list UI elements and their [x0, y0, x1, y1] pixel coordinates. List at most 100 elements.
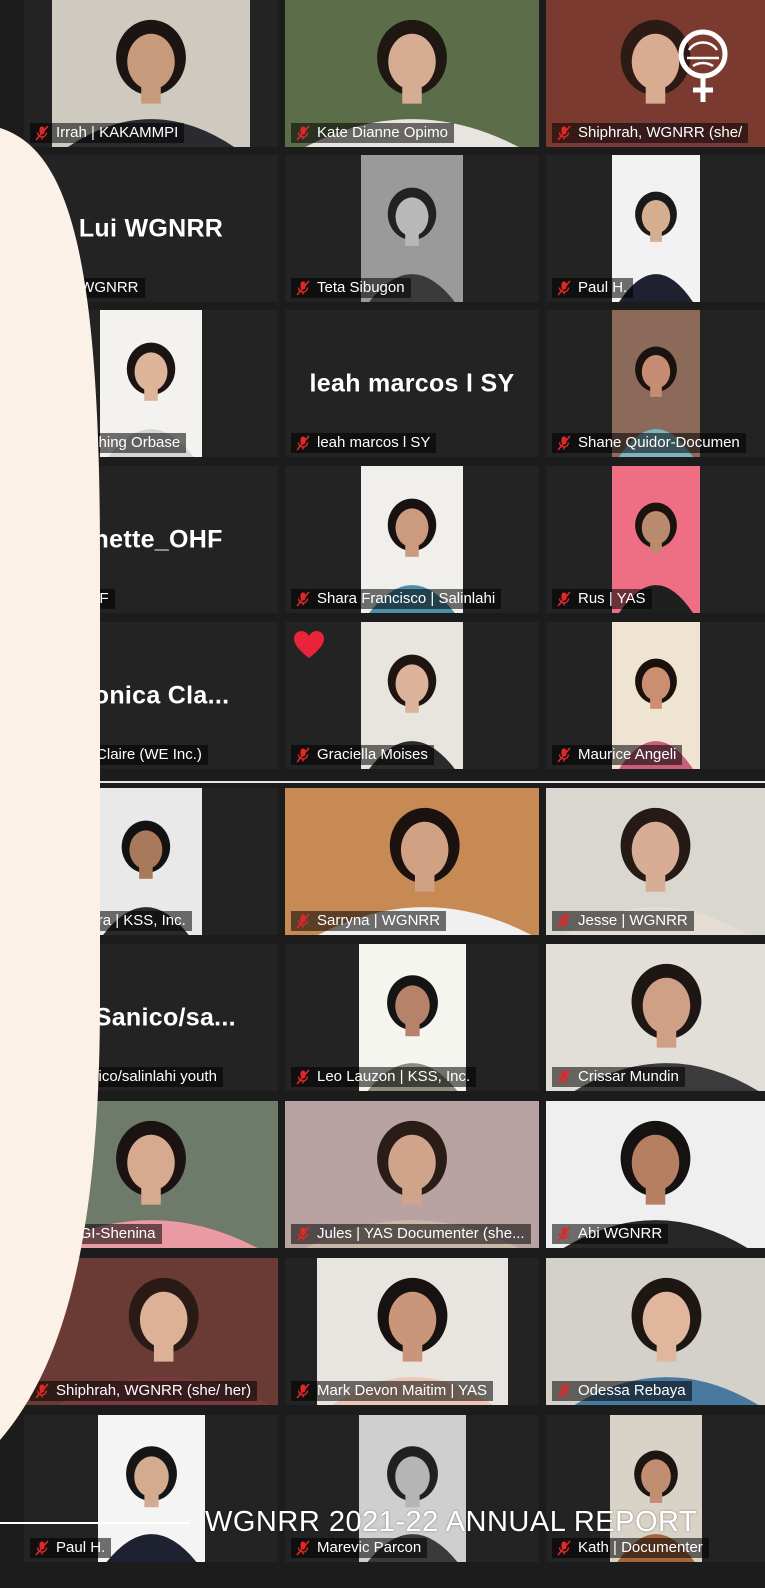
participant-tile[interactable]: Graciella Moises	[285, 622, 539, 769]
participant-name-tag: WAGI-Shenina	[30, 1224, 162, 1244]
participant-tile[interactable]: ne Alera | KSS, Inc.	[24, 788, 278, 935]
participant-name-display: ai Sanico/sa...	[66, 1003, 236, 1031]
participant-name-label: Rus | YAS	[578, 590, 646, 607]
participant-name-label: Irrah | KAKAMMPI	[56, 124, 179, 141]
heart-reaction-icon	[294, 631, 324, 658]
mic-muted-icon	[35, 1540, 49, 1556]
participant-tile[interactable]: Kath | Documenter	[546, 1415, 765, 1562]
mic-muted-icon	[35, 1226, 49, 1242]
participant-name-label: onica Claire (WE Inc.)	[56, 746, 202, 763]
participant-tile[interactable]: Crissar Mundin	[546, 944, 765, 1091]
participant-name-label: Shara Francisco | Salinlahi	[317, 590, 496, 607]
mic-muted-icon	[296, 913, 310, 929]
participant-tile[interactable]: Shiphrah, WGNRR (she/	[546, 0, 765, 147]
mic-muted-icon	[35, 280, 49, 296]
mic-muted-icon	[35, 913, 49, 929]
participant-tile[interactable]: Jules | YAS Documenter (she...	[285, 1101, 539, 1248]
participant-name-label: Sarryna | WGNRR	[317, 912, 441, 929]
participant-name-label: Leo Lauzon | KSS, Inc.	[317, 1068, 471, 1085]
participant-name-tag: Irrah | KAKAMMPI	[30, 123, 185, 143]
mic-muted-icon	[296, 1383, 310, 1399]
participant-name-label: Paul H.	[578, 279, 628, 296]
mic-muted-icon	[35, 125, 49, 141]
participant-tile[interactable]: WAGI-Shenina	[24, 1101, 278, 1248]
participant-name-tag: Shane Quidor-Documen	[552, 433, 746, 453]
participant-tile[interactable]: Jesse | WGNRR	[546, 788, 765, 935]
participant-name-label: Abi WGNRR	[578, 1225, 663, 1242]
participant-name-tag: Jesse | WGNRR	[552, 911, 694, 931]
participant-tile[interactable]: Shiphrah, WGNRR (she/ her)	[24, 1258, 278, 1405]
participant-tile[interactable]: wen Ching Orbase	[24, 310, 278, 457]
participant-name-label: Shane Quidor-Documen	[578, 434, 740, 451]
participant-tile[interactable]: Leo Lauzon | KSS, Inc.	[285, 944, 539, 1091]
participant-name-tag: Lui WGNRR	[30, 278, 145, 298]
participant-tile[interactable]: ai Sanico/sa... ai Sanico/salinlahi youth	[24, 944, 278, 1091]
participant-tile[interactable]: Abi WGNRR	[546, 1101, 765, 1248]
video-grid: Irrah | KAKAMMPI Kate Dianne Opimo Shiphra…	[0, 0, 765, 1588]
participant-name-tag: Graciella Moises	[291, 745, 434, 765]
participant-name-tag: ai Sanico/salinlahi youth	[30, 1067, 223, 1087]
participant-tile[interactable]: Marevic Parcon	[285, 1415, 539, 1562]
participant-tile[interactable]: Paul H.	[24, 1415, 278, 1562]
participant-name-tag: Mark Devon Maitim | YAS	[291, 1381, 494, 1401]
participant-name-label: Crissar Mundin	[578, 1068, 679, 1085]
participant-name-label: Mark Devon Maitim | YAS	[317, 1382, 488, 1399]
participant-name-tag: Leo Lauzon | KSS, Inc.	[291, 1067, 477, 1087]
participant-name-label: Odessa Rebaya	[578, 1382, 686, 1399]
participant-name-tag: Abi WGNRR	[552, 1224, 669, 1244]
participant-name-tag: Marevic Parcon	[291, 1538, 428, 1558]
participant-tile[interactable]: Maurice Angeli	[546, 622, 765, 769]
mic-muted-icon	[557, 280, 571, 296]
participant-tile[interactable]: Shane Quidor-Documen	[546, 310, 765, 457]
participant-tile[interactable]: Rus | YAS	[546, 466, 765, 613]
participant-name-label: Maurice Angeli	[578, 746, 677, 763]
footer-rule	[0, 1522, 190, 1524]
participant-name-label: ne Alera | KSS, Inc.	[56, 912, 186, 929]
participant-name-tag: Paul H.	[30, 1538, 112, 1558]
participant-name-tag: Jules | YAS Documenter (she...	[291, 1224, 531, 1244]
participant-tile[interactable]: leah marcos l SY leah marcos l SY	[285, 310, 539, 457]
participant-name-tag: Shiphrah, WGNRR (she/ her)	[30, 1381, 258, 1401]
mic-muted-icon	[296, 1226, 310, 1242]
participant-name-tag: Sarryna | WGNRR	[291, 911, 447, 931]
participant-name-display: anette_OHF	[79, 525, 223, 553]
participant-name-tag: Rus | YAS	[552, 589, 652, 609]
mic-muted-icon	[296, 1069, 310, 1085]
participant-name-tag: Shara Francisco | Salinlahi	[291, 589, 502, 609]
participant-tile[interactable]: anette_OHF te_OHF	[24, 466, 278, 613]
mic-muted-icon	[296, 125, 310, 141]
mic-muted-icon	[296, 280, 310, 296]
mic-muted-icon	[35, 591, 49, 607]
participant-name-tag: ne Alera | KSS, Inc.	[30, 911, 192, 931]
mic-muted-icon	[296, 1540, 310, 1556]
participant-name-label: Paul H.	[56, 1539, 106, 1556]
participant-name-label: Jesse | WGNRR	[578, 912, 688, 929]
participant-name-tag: wen Ching Orbase	[30, 433, 187, 453]
venus-logo-icon	[678, 29, 728, 102]
mic-muted-icon	[557, 1226, 571, 1242]
participant-name-tag: Kate Dianne Opimo	[291, 123, 454, 143]
participant-tile[interactable]: Lui WGNRR Lui WGNRR	[24, 155, 278, 302]
mic-muted-icon	[35, 1069, 49, 1085]
report-title: WGNRR 2021-22 ANNUAL REPORT	[205, 1506, 698, 1538]
participant-tile[interactable]: Shara Francisco | Salinlahi	[285, 466, 539, 613]
mic-muted-icon	[296, 747, 310, 763]
participant-name-label: wen Ching Orbase	[56, 434, 181, 451]
participant-name-tag: Crissar Mundin	[552, 1067, 685, 1087]
participant-name-tag: Kath | Documenter	[552, 1538, 709, 1558]
mic-muted-icon	[35, 1383, 49, 1399]
participant-tile[interactable]: Sarryna | WGNRR	[285, 788, 539, 935]
mic-muted-icon	[296, 435, 310, 451]
participant-tile[interactable]: Odessa Rebaya	[546, 1258, 765, 1405]
participant-name-label: leah marcos l SY	[317, 434, 431, 451]
participant-tile[interactable]: Teta Sibugon	[285, 155, 539, 302]
participant-tile[interactable]: Kate Dianne Opimo	[285, 0, 539, 147]
participant-tile[interactable]: Paul H.	[546, 155, 765, 302]
participant-name-label: Kate Dianne Opimo	[317, 124, 448, 141]
participant-name-label: Kath | Documenter	[578, 1539, 703, 1556]
participant-tile[interactable]: Irrah | KAKAMMPI	[24, 0, 278, 147]
participant-tile[interactable]: Mark Devon Maitim | YAS	[285, 1258, 539, 1405]
participant-name-tag: onica Claire (WE Inc.)	[30, 745, 208, 765]
mic-muted-icon	[296, 591, 310, 607]
participant-tile[interactable]: Monica Cla... onica Claire (WE Inc.)	[24, 622, 278, 769]
